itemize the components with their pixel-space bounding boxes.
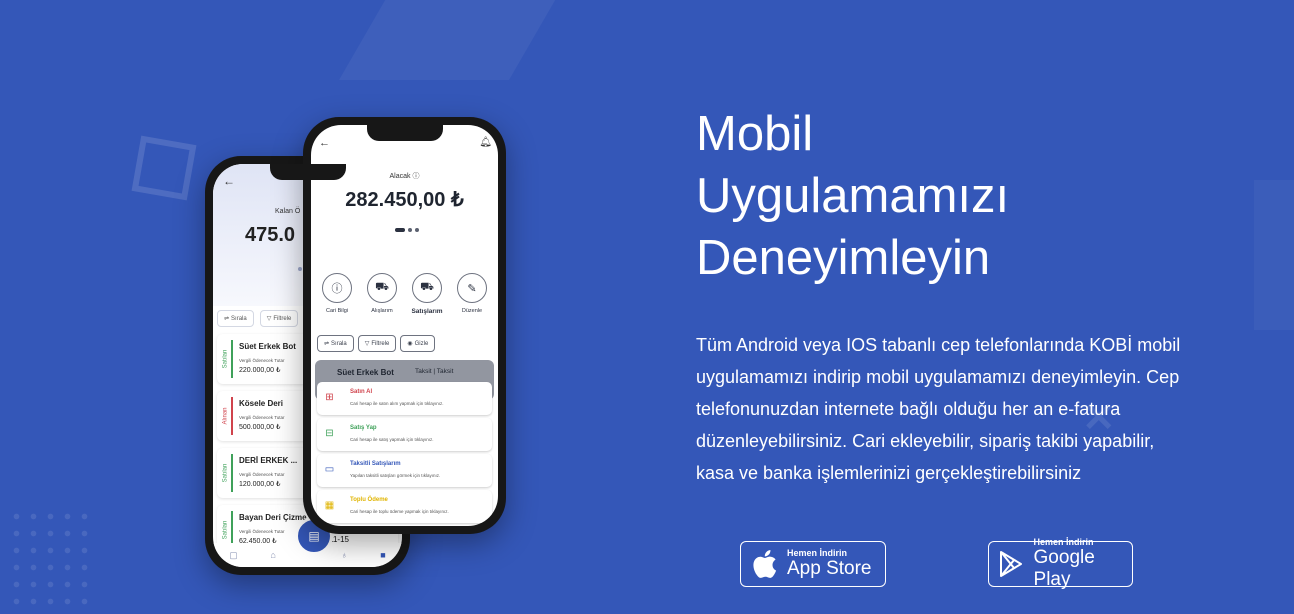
status-tag-label: Satılan <box>222 520 228 540</box>
bag-nav-icon: ■ <box>380 550 386 560</box>
status-tag: Satılan <box>219 454 233 492</box>
item-amount: 120.000,00 ₺ <box>239 481 281 488</box>
bank-nav-icon: ⌂ <box>270 550 276 560</box>
item-tag: Taksit | Taksit <box>415 368 454 375</box>
menu-item-desc: Cari hesap ile satın alım yapmak için tı… <box>350 401 444 406</box>
menu-item-taksitli-satislarim[interactable]: ▭ Taksitli Satışlarım Yapılan taksitli s… <box>317 454 492 487</box>
action-label: Alışlarım <box>371 308 393 314</box>
basket-icon: ▦ <box>324 500 335 511</box>
menu-item-title: Taksitli Satışlarım <box>350 461 401 467</box>
action-alislarim: ⛟ Alışlarım <box>360 273 404 315</box>
item-amount: 500.000,00 ₺ <box>239 424 281 431</box>
phone-notch <box>269 164 346 180</box>
back-arrow-icon: ← <box>319 137 330 149</box>
menu-item-title: Toplu Ödeme <box>350 497 388 503</box>
item-subtitle: Vergili Ödenecek Tutar <box>239 529 285 534</box>
headline-line: Uygulamamızı <box>696 169 1010 223</box>
status-tag: Satılan <box>219 340 233 378</box>
quick-actions: ⓘ Cari Bilgi ⛟ Alışlarım ⛟ Satışlarım ✎ … <box>315 273 494 315</box>
action-label: Cari Bilgi <box>325 308 348 314</box>
filter-button: ▽ Filtrele <box>259 310 299 327</box>
phone-front-screen: ← 🔔︎ Alacak ⓘ 282.450,00 ₺ ⓘ Cari Bilgi … <box>311 125 498 526</box>
item-amount: 220.000,00 ₺ <box>239 367 281 374</box>
headline-line: Deneyimleyin <box>696 231 991 285</box>
receivable-amount: 282.450,00 ₺ <box>345 189 464 211</box>
item-title: Süet Erkek Bot <box>239 342 296 351</box>
apple-icon <box>749 549 779 579</box>
menu-item-toplu-odeme[interactable]: ▦ Toplu Ödeme Cari hesap ile toplu ödeme… <box>317 490 492 523</box>
action-menu: ⊞ Satın Al Cari hesap ile satın alım yap… <box>317 382 492 523</box>
hide-button: ◉ Gizle <box>400 335 436 352</box>
store-caption: Hemen İndirin <box>1033 537 1094 547</box>
action-satislarim: ⛟ Satışlarım <box>405 273 449 315</box>
sort-icon: ⇌ <box>324 341 330 347</box>
menu-item-satin-al[interactable]: ⊞ Satın Al Cari hesap ile satın alım yap… <box>317 382 492 415</box>
background-dot-grid <box>8 508 98 608</box>
store-name: Google Play <box>1033 547 1095 590</box>
action-label: Düzenle <box>461 308 483 314</box>
sale-icon: ⊟ <box>325 428 334 439</box>
hero-description: Tüm Android veya IOS tabanlı cep telefon… <box>696 335 1181 483</box>
balance-label: Kalan Ö <box>275 208 301 215</box>
pager-dots <box>395 228 419 232</box>
balance-amount: 475.0 <box>245 224 296 246</box>
pager-dot <box>298 267 302 271</box>
bell-icon: 🔔︎ <box>479 137 492 148</box>
filter-button: ▽ Filtrele <box>357 335 397 352</box>
users-nav-icon: ♁ <box>340 550 348 560</box>
status-tag-label: Satılan <box>222 349 228 369</box>
item-subtitle: Vergili Ödenecek Tutar <box>239 415 285 420</box>
item-title: Süet Erkek Bot <box>337 368 394 377</box>
filter-label: Filtrele <box>371 340 390 347</box>
menu-item-title: Satın Al <box>350 389 373 395</box>
status-tag-label: Alınan <box>222 407 229 425</box>
action-label: Satışlarım <box>411 308 443 315</box>
menu-item-desc: Yapılan taksitli satışları görmek için t… <box>350 473 441 478</box>
sort-button: ⇌ Sırala <box>317 335 354 352</box>
home-nav-icon: ▢ <box>229 549 238 560</box>
background-triangle <box>339 0 561 80</box>
menu-item-desc: Cari hesap ile satış yapmak için tıklayı… <box>350 437 434 442</box>
sort-label: Sırala <box>231 315 247 322</box>
phone-notch <box>366 125 443 141</box>
item-subtitle: Vergili Ödenecek Tutar <box>239 358 285 363</box>
status-tag-label: Satılan <box>222 463 228 483</box>
action-cari-bilgi: ⓘ Cari Bilgi <box>315 273 359 315</box>
google-play-button[interactable]: Hemen İndirin Google Play <box>988 537 1133 590</box>
eye-icon: ◉ <box>407 341 413 347</box>
wallet-icon: ▭ <box>324 464 335 475</box>
cart-icon: ⛟ <box>367 273 397 303</box>
action-duzenle: ✎ Düzenle <box>450 273 494 315</box>
status-tag: Alınan <box>219 397 233 435</box>
menu-item-title: Satış Yap <box>350 425 377 431</box>
store-name: App Store <box>787 558 872 579</box>
sort-label: Sırala <box>331 340 347 347</box>
menu-item-satis-yap[interactable]: ⊟ Satış Yap Cari hesap ile satış yapmak … <box>317 418 492 451</box>
item-title: DERİ ERKEK ... <box>239 456 298 465</box>
item-title: Kösele Deri <box>239 399 284 408</box>
filter-icon: ▽ <box>266 316 272 322</box>
page-title: Mobil Uygulamamızı Deneyimleyin <box>696 103 1256 289</box>
purchase-icon: ⊞ <box>325 392 334 403</box>
item-title: Bayan Deri Çizme <box>239 513 307 522</box>
filter-label: Filtrele <box>273 315 292 322</box>
background-shape <box>1254 180 1294 330</box>
app-store-button[interactable]: Hemen İndirin App Store <box>740 541 886 587</box>
headline-line: Mobil <box>696 107 814 161</box>
item-subtitle: Vergili Ödenecek Tutar <box>239 472 285 477</box>
menu-item-desc: Cari hesap ile toplu ödeme yapmak için t… <box>350 509 449 514</box>
hide-label: Gizle <box>414 340 429 347</box>
google-play-icon <box>997 550 1026 578</box>
pencil-icon: ✎ <box>457 273 487 303</box>
background-square <box>131 135 197 201</box>
sort-button: ⇌ Sırala <box>217 310 254 327</box>
filter-icon: ▽ <box>364 341 370 347</box>
sort-icon: ⇌ <box>224 316 230 322</box>
back-arrow-icon: ← <box>223 174 235 188</box>
info-icon: ⓘ <box>322 273 352 303</box>
store-caption: Hemen İndirin <box>787 548 848 558</box>
cart-icon: ⛟ <box>412 273 442 303</box>
list-controls: ⇌ Sırala ▽ Filtrele ◉ Gizle <box>317 335 436 352</box>
